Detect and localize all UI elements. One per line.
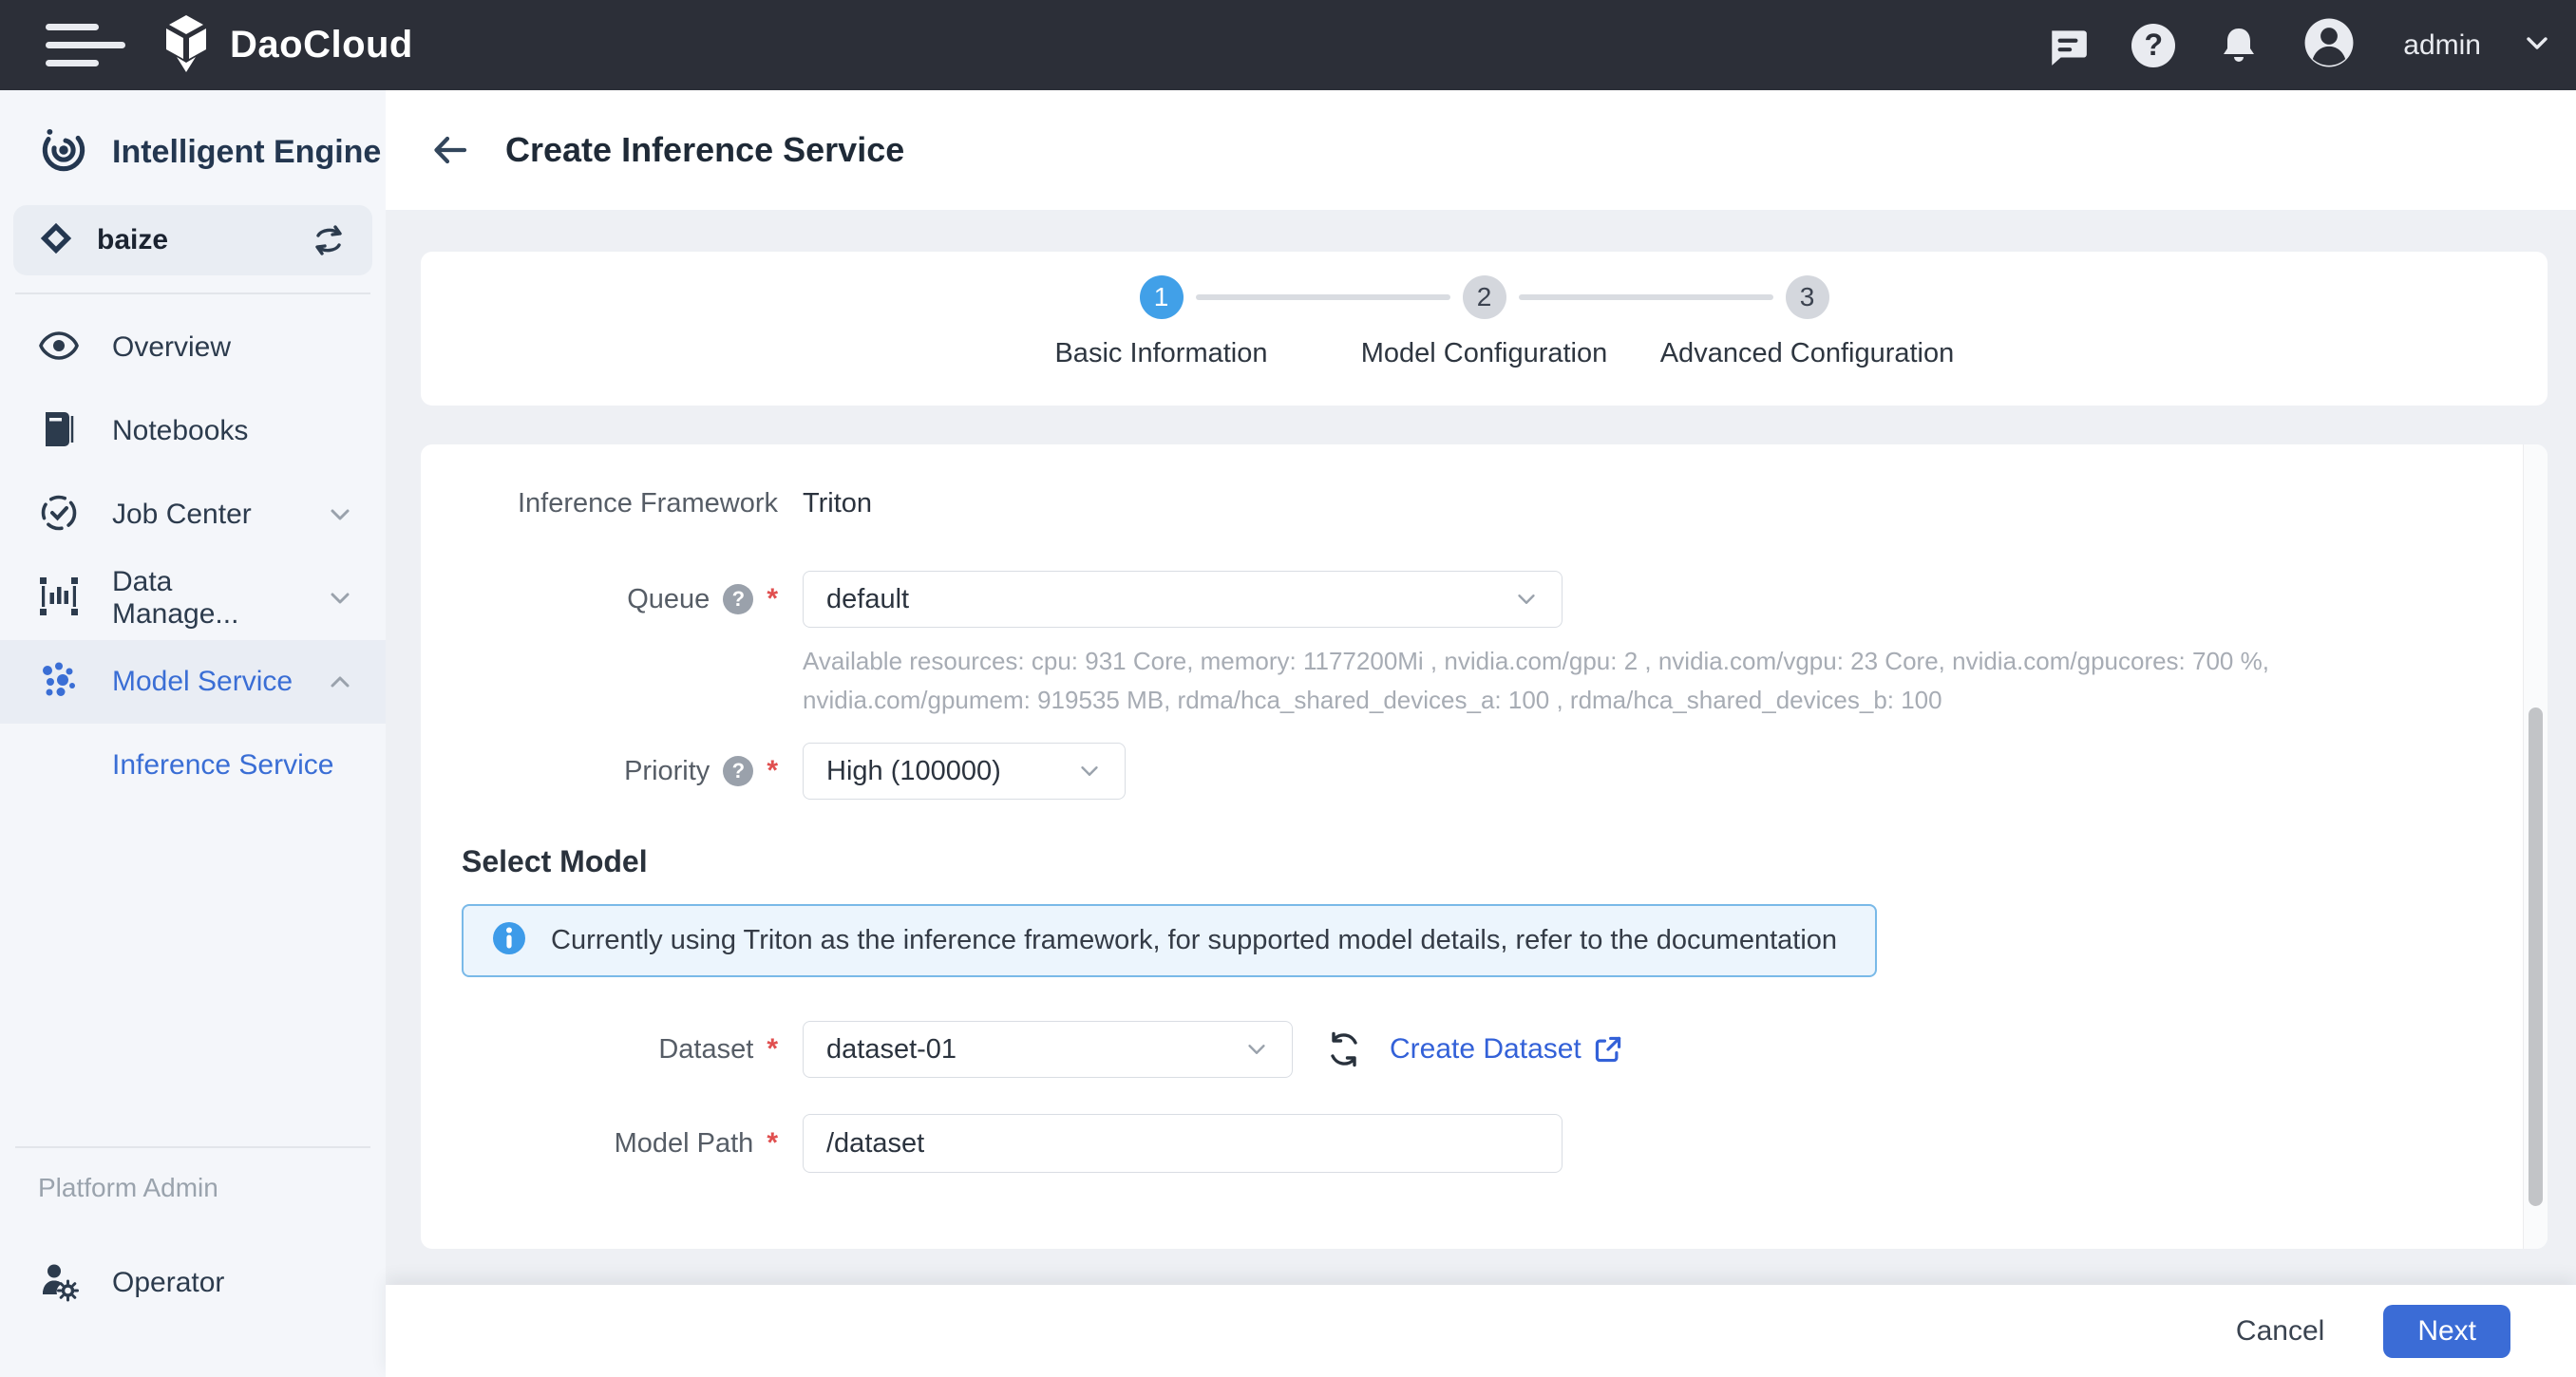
chevron-down-icon	[1244, 1037, 1269, 1062]
menu-toggle-icon[interactable]	[46, 24, 125, 66]
priority-row: Priority High (100000)	[421, 743, 2548, 800]
brand-name: DaoCloud	[230, 24, 413, 66]
back-arrow-icon[interactable]	[429, 129, 471, 171]
step-1-label: Basic Information	[991, 338, 1333, 369]
queue-help-icon[interactable]	[723, 584, 753, 614]
footer-actions: Cancel Next	[386, 1285, 2576, 1377]
brand[interactable]: DaoCloud	[160, 13, 413, 77]
required-marker	[767, 583, 778, 615]
stepper: 1 2 3 Basic Information Model Configurat…	[1000, 252, 1969, 406]
app-window: DaoCloud	[0, 0, 2576, 1377]
page-title: Create Inference Service	[505, 130, 904, 170]
intelligent-engine-icon	[38, 124, 89, 180]
step-3-circle[interactable]: 3	[1786, 275, 1829, 319]
chevron-down-icon	[1077, 759, 1102, 783]
step-connector	[1519, 294, 1773, 300]
sidebar-item-overview[interactable]: Overview	[0, 306, 386, 389]
info-icon	[492, 921, 526, 960]
sidebar-item-data-management[interactable]: Data Manage...	[0, 556, 386, 640]
sidebar-bottom-divider	[15, 1146, 370, 1148]
priority-select[interactable]: High (100000)	[803, 743, 1126, 800]
model-path-input[interactable]	[803, 1114, 1563, 1173]
step-1-circle[interactable]: 1	[1140, 275, 1184, 319]
sidebar: Intelligent Engine baize	[0, 90, 386, 1377]
model-path-label: Model Path	[615, 1128, 754, 1160]
platform-admin-label: Platform Admin	[38, 1173, 218, 1203]
next-button[interactable]: Next	[2383, 1305, 2510, 1358]
queue-resources-helper: Available resources: cpu: 931 Core, memo…	[803, 642, 2493, 720]
data-management-icon	[38, 575, 80, 622]
chevron-down-icon	[1514, 587, 1539, 612]
model-path-row: Model Path	[421, 1114, 2548, 1173]
job-center-icon	[38, 492, 80, 538]
switch-workspace-icon[interactable]	[310, 221, 348, 259]
help-icon[interactable]	[2131, 24, 2175, 67]
priority-help-icon[interactable]	[723, 756, 753, 786]
model-service-icon	[38, 659, 80, 706]
dataset-select[interactable]: dataset-01	[803, 1021, 1293, 1078]
create-dataset-link[interactable]: Create Dataset	[1390, 1033, 1623, 1066]
stepper-card: 1 2 3 Basic Information Model Configurat…	[421, 252, 2548, 406]
main-content: Create Inference Service 1 2 3 Basic Inf…	[386, 90, 2576, 1377]
inference-framework-row: Inference Framework Triton	[421, 488, 2548, 519]
operator-icon	[38, 1260, 80, 1307]
step-2-label: Model Configuration	[1314, 338, 1656, 369]
topbar: DaoCloud	[0, 0, 2576, 90]
banner-text: Currently using Triton as the inference …	[551, 925, 1837, 956]
sidebar-divider	[15, 292, 370, 294]
product-name: Intelligent Engine	[112, 134, 381, 171]
priority-label: Priority	[624, 756, 710, 787]
required-marker	[767, 755, 778, 787]
step-connector	[1196, 294, 1450, 300]
baize-logo-icon	[38, 220, 74, 261]
inference-framework-value: Triton	[803, 488, 872, 519]
eye-icon	[38, 325, 80, 371]
refresh-icon[interactable]	[1325, 1030, 1363, 1068]
sidebar-item-notebooks[interactable]: Notebooks	[0, 389, 386, 473]
queue-label: Queue	[627, 584, 710, 615]
user-menu-chevron-icon[interactable]	[2523, 28, 2551, 62]
product-header: Intelligent Engine	[0, 90, 386, 180]
dataset-row: Dataset dataset-01 Create Dataset	[421, 1021, 2548, 1078]
username[interactable]: admin	[2403, 29, 2481, 62]
queue-row: Queue default	[421, 571, 2548, 628]
step-2-circle[interactable]: 2	[1463, 275, 1506, 319]
sidebar-item-inference-service[interactable]: Inference Service	[0, 724, 386, 807]
select-model-heading: Select Model	[462, 844, 2548, 879]
external-link-icon	[1593, 1034, 1623, 1065]
chevron-down-icon	[327, 585, 353, 612]
sidebar-item-operator[interactable]: Operator	[0, 1241, 386, 1325]
notification-bell-icon[interactable]	[2217, 24, 2261, 67]
cancel-button[interactable]: Cancel	[2236, 1315, 2324, 1348]
user-avatar-icon[interactable]	[2302, 16, 2356, 74]
sidebar-item-model-service[interactable]: Model Service	[0, 640, 386, 724]
daocloud-logo-icon	[160, 13, 213, 77]
message-icon[interactable]	[2046, 24, 2090, 67]
workspace-name: baize	[97, 224, 168, 256]
sidebar-item-job-center[interactable]: Job Center	[0, 473, 386, 556]
workspace-switcher[interactable]: baize	[13, 205, 372, 275]
dataset-label: Dataset	[658, 1034, 753, 1066]
sidebar-nav: Overview Notebooks	[0, 306, 386, 807]
basic-information-form: Inference Framework Triton Queue default…	[421, 444, 2548, 1249]
scrollbar-track[interactable]	[2523, 444, 2548, 1249]
chevron-down-icon	[327, 501, 353, 528]
page-header: Create Inference Service	[386, 90, 2576, 210]
chevron-up-icon	[327, 669, 353, 695]
book-icon	[38, 408, 80, 455]
step-3-label: Advanced Configuration	[1637, 338, 1979, 369]
required-marker	[767, 1033, 778, 1066]
framework-info-banner: Currently using Triton as the inference …	[462, 904, 1877, 977]
inference-framework-label: Inference Framework	[518, 488, 778, 519]
queue-select[interactable]: default	[803, 571, 1563, 628]
required-marker	[767, 1127, 778, 1160]
scrollbar-thumb[interactable]	[2529, 707, 2543, 1206]
